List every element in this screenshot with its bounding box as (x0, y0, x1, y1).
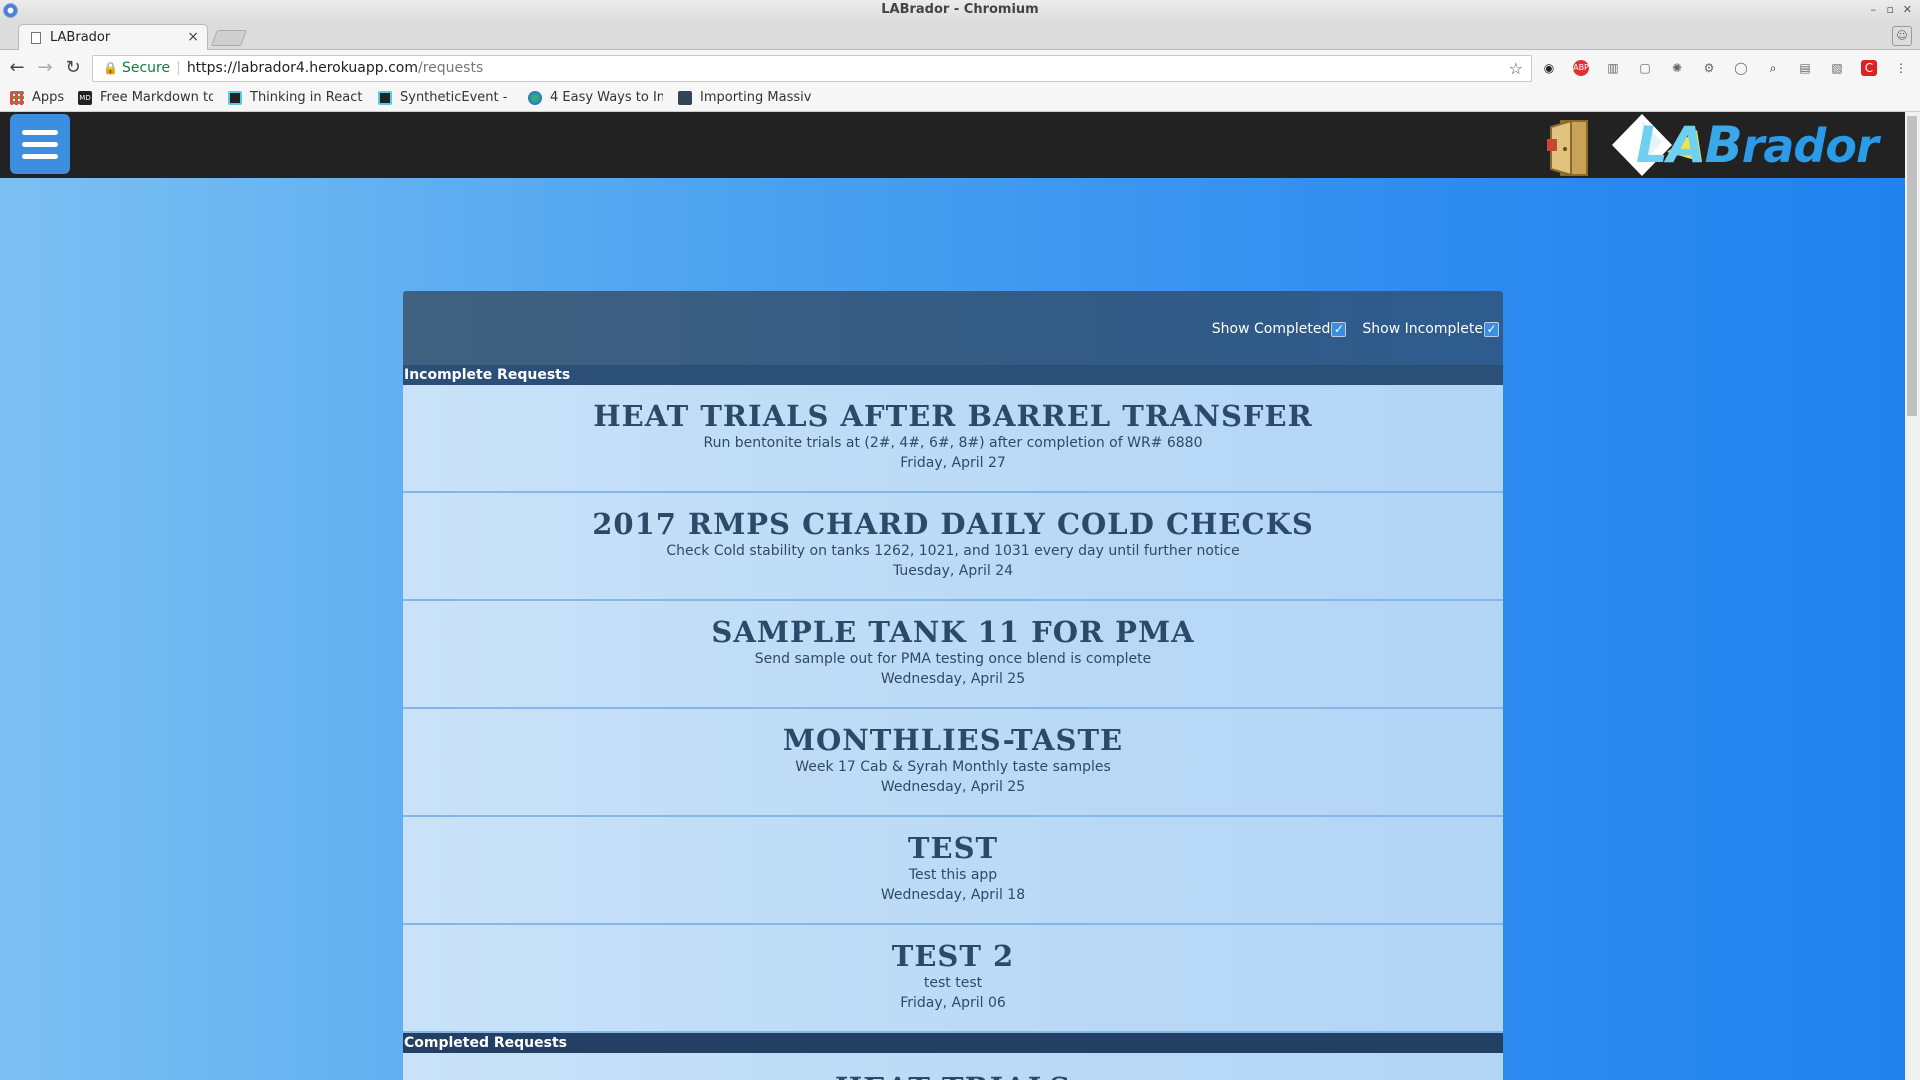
bookmark-label: Importing Massiv (700, 90, 812, 105)
apps-grid-icon (10, 90, 24, 105)
bookmark-label: SyntheticEvent - (400, 90, 508, 105)
extension-red-icon[interactable]: C (1861, 60, 1877, 76)
url-host: https://labrador4.herokuapp.com (186, 60, 419, 76)
app-header: LABrador (0, 112, 1905, 178)
bookmark-item[interactable]: 4 Easy Ways to In (528, 90, 663, 105)
request-title: HEAT TRIALS AFTER BARREL TRANSFER (593, 399, 1313, 433)
request-card[interactable]: HEAT TRIALS (403, 1053, 1503, 1080)
extension-cast-icon[interactable]: ▤ (1797, 60, 1813, 76)
bookmark-item[interactable]: Thinking in React (228, 90, 363, 105)
logout-door-icon[interactable] (1545, 117, 1595, 177)
back-icon[interactable]: ← (6, 58, 28, 78)
tab-strip: LABrador × ☺ (0, 22, 1920, 50)
extension-sun-icon[interactable]: ✺ (1669, 60, 1685, 76)
bookmark-star-icon[interactable]: ☆ (1509, 56, 1523, 81)
extension-trash-icon[interactable]: ▥ (1605, 60, 1621, 76)
new-tab-button[interactable] (211, 30, 247, 46)
request-title: HEAT TRIALS (403, 1053, 1503, 1080)
markdown-icon: MD (78, 90, 92, 105)
request-title: TEST 2 (891, 939, 1015, 973)
request-date: Tuesday, April 24 (892, 563, 1014, 579)
request-card[interactable]: SAMPLE TANK 11 FOR PMA Send sample out f… (403, 601, 1503, 709)
react-icon (378, 90, 392, 105)
request-description: Run bentonite trials at (2#, 4#, 6#, 8#)… (703, 435, 1203, 451)
forward-icon[interactable]: → (34, 58, 56, 78)
show-incomplete-checkbox[interactable]: ✓ (1484, 321, 1499, 337)
profile-icon[interactable]: ☺ (1892, 26, 1912, 46)
page-scrollbar[interactable] (1905, 112, 1920, 1080)
app-viewport: LABrador Show Completed ✓ Show Incomplet… (0, 112, 1920, 1080)
show-completed-checkbox[interactable]: ✓ (1331, 321, 1347, 337)
tab-title: LABrador (50, 30, 111, 45)
request-description: Send sample out for PMA testing once ble… (754, 651, 1152, 667)
request-date: Friday, April 27 (900, 455, 1006, 471)
bookmark-item[interactable]: MD Free Markdown to (78, 90, 213, 105)
browser-toolbar: ← → ↻ 🔒 Secure | https://labrador4.herokuap… (0, 50, 1920, 86)
show-incomplete-label: Show Incomplete (1362, 321, 1483, 337)
extension-layers-icon[interactable]: ▧ (1829, 60, 1845, 76)
tab-close-icon[interactable]: × (187, 29, 199, 45)
scrollbar-thumb[interactable] (1907, 116, 1917, 416)
hamburger-menu-button[interactable] (10, 114, 70, 174)
bookmark-label: Free Markdown to (100, 90, 213, 105)
show-incomplete-toggle[interactable]: Show Incomplete ✓ (1362, 321, 1499, 337)
close-window-button[interactable]: ✕ (1903, 0, 1912, 20)
chromium-icon (3, 3, 18, 18)
request-card[interactable]: 2017 RMPS CHARD DAILY COLD CHECKS Check … (403, 493, 1503, 601)
request-description: Check Cold stability on tanks 1262, 1021… (666, 543, 1240, 559)
requests-panel: Show Completed ✓ Show Incomplete ✓ Incom… (403, 291, 1503, 1080)
bookmark-item[interactable]: Importing Massiv (678, 90, 816, 105)
request-date: Friday, April 06 (900, 995, 1006, 1011)
request-date: Wednesday, April 18 (880, 887, 1026, 903)
completed-section-header: Completed Requests (403, 1033, 1503, 1053)
secure-label: Secure (121, 60, 171, 76)
request-card[interactable]: TEST Test this app Wednesday, April 18 (403, 817, 1503, 925)
bookmark-label: Thinking in React (250, 90, 363, 105)
request-date: Wednesday, April 25 (880, 779, 1026, 795)
extension-gear-icon[interactable]: ⚙ (1701, 60, 1717, 76)
bookmark-apps[interactable]: Apps (10, 90, 72, 105)
extension-adblock-icon[interactable]: ABP (1573, 60, 1589, 76)
request-description: test test (923, 975, 983, 991)
request-card[interactable]: TEST 2 test test Friday, April 06 (403, 925, 1503, 1033)
maximize-button[interactable]: ▫ (1887, 0, 1894, 20)
minimize-button[interactable]: – (1871, 0, 1877, 20)
bookmarks-bar: Apps MD Free Markdown to Thinking in Rea… (0, 86, 1920, 112)
window-titlebar: LABrador - Chromium – ▫ ✕ (0, 0, 1920, 22)
browser-tab[interactable]: LABrador × (18, 24, 208, 50)
lock-icon: 🔒 (103, 61, 118, 75)
request-title: SAMPLE TANK 11 FOR PMA (711, 615, 1195, 649)
request-description: Test this app (908, 867, 998, 883)
bookmark-label: Apps (32, 90, 65, 105)
browser-menu-icon[interactable]: ⋮ (1893, 60, 1909, 76)
bookmark-label: 4 Easy Ways to In (550, 90, 663, 105)
incomplete-section-header: Incomplete Requests (403, 365, 1503, 385)
bookmark-item[interactable]: SyntheticEvent - (378, 90, 510, 105)
labrador-logo: LABrador (1612, 112, 1905, 178)
show-completed-toggle[interactable]: Show Completed ✓ (1212, 321, 1347, 337)
extension-search-icon[interactable]: ⌕ (1765, 60, 1781, 76)
request-title: 2017 RMPS CHARD DAILY COLD CHECKS (592, 507, 1314, 541)
avatar-icon (678, 90, 692, 105)
address-bar[interactable]: 🔒 Secure | https://labrador4.herokuapp.com/… (92, 55, 1532, 82)
globe-icon (528, 90, 542, 105)
request-card[interactable]: MONTHLIES-TASTE Week 17 Cab & Syrah Mont… (403, 709, 1503, 817)
page-icon (31, 31, 41, 44)
react-icon (228, 90, 242, 105)
logo-wordmark: LABrador (1636, 116, 1879, 174)
window-title: LABrador - Chromium (881, 2, 1039, 17)
extension-github-icon[interactable]: ◉ (1541, 60, 1557, 76)
reload-icon[interactable]: ↻ (62, 58, 84, 78)
show-completed-label: Show Completed (1211, 321, 1331, 337)
request-title: MONTHLIES-TASTE (782, 723, 1124, 757)
request-description: Week 17 Cab & Syrah Monthly taste sample… (795, 759, 1111, 775)
request-title: TEST (907, 831, 999, 865)
request-card[interactable]: HEAT TRIALS AFTER BARREL TRANSFER Run be… (403, 385, 1503, 493)
url-path: /requests (418, 60, 484, 76)
extension-circle-icon[interactable]: ◯ (1733, 60, 1749, 76)
request-date: Wednesday, April 25 (880, 671, 1026, 687)
filter-bar: Show Completed ✓ Show Incomplete ✓ (403, 291, 1503, 365)
extension-frame-icon[interactable]: ▢ (1637, 60, 1653, 76)
